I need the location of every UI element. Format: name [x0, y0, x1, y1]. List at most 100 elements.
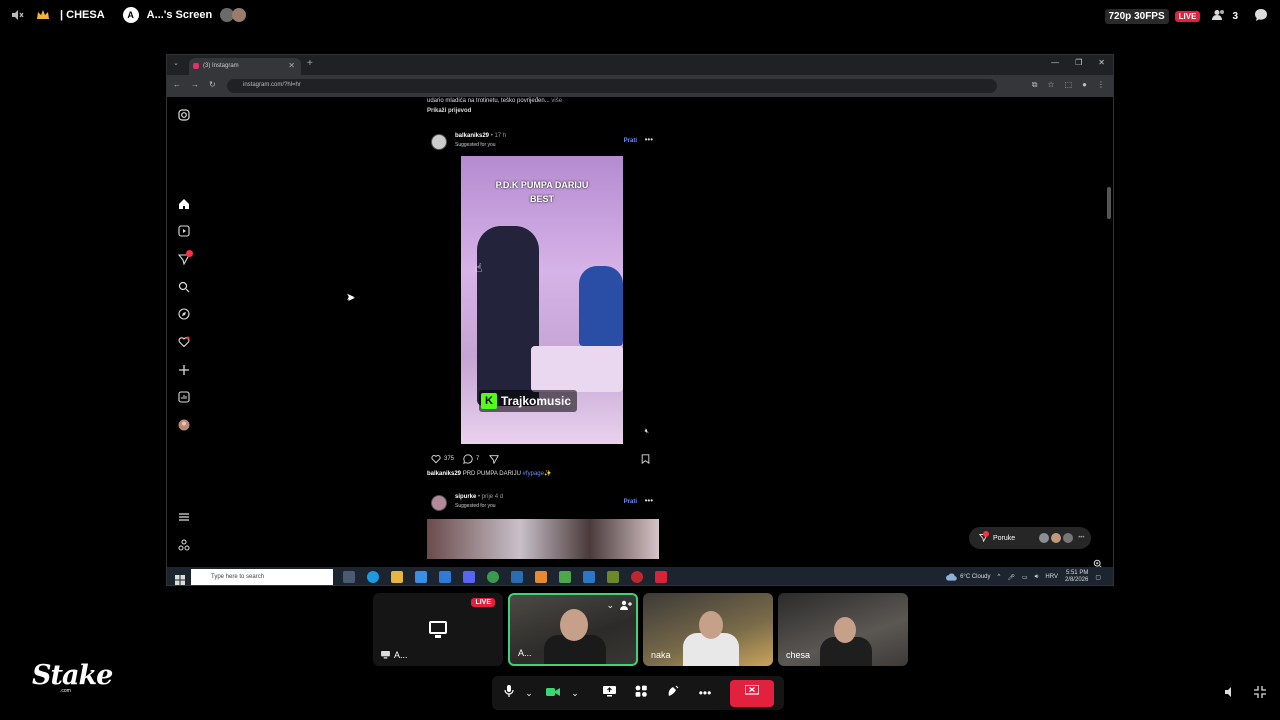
- more-menu-icon[interactable]: [178, 511, 190, 523]
- more-options-button[interactable]: •••: [696, 684, 714, 702]
- post-video[interactable]: P.D.K PUMPA DARIJU BEST K Trajkomusic 🔇︎: [427, 156, 657, 444]
- bookmark-star-icon[interactable]: ☆: [1047, 80, 1054, 90]
- participant-tile[interactable]: ⌄ A...: [508, 593, 638, 666]
- exit-fullscreen-icon[interactable]: [1254, 686, 1266, 701]
- save-bookmark-icon[interactable]: [641, 454, 650, 464]
- volume-icon[interactable]: 🔊︎: [1035, 574, 1039, 581]
- like-count: 375: [444, 456, 455, 462]
- participant-tile-screen[interactable]: LIVE A...: [373, 593, 503, 666]
- app-icon[interactable]: [655, 571, 667, 583]
- browser-tab-bar: ⌄ (3) Instagram ✕ + — ❐ ✕: [167, 55, 1113, 75]
- follow-button[interactable]: Prati: [624, 499, 637, 505]
- messages-button[interactable]: Poruke •••: [969, 527, 1091, 549]
- microphone-button[interactable]: [500, 684, 518, 702]
- minecraft-icon[interactable]: [559, 571, 571, 583]
- minimize-icon[interactable]: —: [1051, 58, 1059, 67]
- store-icon[interactable]: [415, 571, 427, 583]
- comment-button[interactable]: 7: [463, 454, 479, 464]
- close-tab-icon[interactable]: ✕: [288, 61, 295, 70]
- steam-icon[interactable]: [511, 571, 523, 583]
- network-icon[interactable]: ▭: [1022, 574, 1028, 581]
- browser-tab-instagram[interactable]: (3) Instagram ✕: [189, 58, 301, 75]
- windows-start-icon[interactable]: [175, 572, 185, 585]
- reels-icon[interactable]: [178, 225, 190, 237]
- app-icon[interactable]: [631, 571, 643, 583]
- profile-avatar-icon[interactable]: [178, 419, 190, 431]
- post-header: sipurke • prije 4 d Suggested for you Pr…: [427, 493, 659, 515]
- notifications-icon[interactable]: ▢: [1095, 574, 1101, 581]
- also-from-meta-icon[interactable]: [178, 539, 190, 551]
- speaker-muted-icon[interactable]: [8, 6, 26, 24]
- share-screen-icon: [602, 686, 616, 697]
- create-icon[interactable]: [178, 364, 190, 376]
- taskbar-search-input[interactable]: Type here to search: [191, 569, 333, 585]
- explore-icon[interactable]: [178, 308, 190, 320]
- new-tab-icon[interactable]: +: [307, 58, 313, 69]
- mute-icon[interactable]: 🔇︎: [645, 428, 649, 436]
- page-scrollbar[interactable]: [1107, 101, 1111, 563]
- extensions-icon[interactable]: ⬚: [1065, 80, 1073, 90]
- scrollbar-thumb[interactable]: [1107, 187, 1111, 219]
- task-view-icon[interactable]: [343, 571, 355, 583]
- heart-notifications-icon[interactable]: [178, 336, 190, 348]
- back-icon[interactable]: ←: [173, 80, 181, 89]
- leave-call-button[interactable]: [730, 680, 774, 707]
- post-options-icon[interactable]: •••: [645, 496, 653, 505]
- mail-icon[interactable]: [439, 571, 451, 583]
- chevron-down-icon[interactable]: ⌄: [606, 600, 614, 612]
- notification-badge: [983, 531, 989, 537]
- app-icon[interactable]: [535, 571, 547, 583]
- discord-icon[interactable]: [463, 571, 475, 583]
- add-participant-icon[interactable]: [620, 600, 632, 612]
- app-icon[interactable]: [607, 571, 619, 583]
- soundboard-button[interactable]: [664, 684, 682, 702]
- chat-icon[interactable]: [1254, 8, 1268, 25]
- like-button[interactable]: 375: [431, 454, 454, 464]
- file-explorer-icon[interactable]: [391, 571, 403, 583]
- browser-menu-icon[interactable]: ⋮: [1097, 80, 1105, 90]
- tab-search-icon[interactable]: ⌄: [173, 59, 179, 67]
- camera-options-chevron-icon[interactable]: ⌄: [566, 684, 584, 702]
- search-icon[interactable]: [178, 281, 190, 293]
- post-username[interactable]: sipurke • prije 4 d: [455, 494, 503, 500]
- home-icon[interactable]: [178, 198, 190, 210]
- install-app-icon[interactable]: ⧉: [1032, 80, 1038, 90]
- post-username[interactable]: balkaniks29 • 17 h: [455, 133, 506, 139]
- zoom-icon[interactable]: [1093, 559, 1103, 567]
- camera-button[interactable]: [544, 684, 562, 702]
- direct-messages-icon[interactable]: [177, 250, 193, 266]
- close-window-icon[interactable]: ✕: [1098, 58, 1105, 67]
- clock[interactable]: 5:51 PM 2/8/2026: [1065, 570, 1088, 584]
- restore-icon[interactable]: ❐: [1075, 58, 1082, 67]
- avatar[interactable]: [431, 495, 447, 511]
- share-icon[interactable]: [489, 454, 499, 464]
- show-translation-link[interactable]: Prikaži prijevod: [427, 108, 659, 114]
- chrome-icon[interactable]: [487, 571, 499, 583]
- profile-icon[interactable]: ●: [1082, 80, 1087, 90]
- participant-tile[interactable]: chesa: [778, 593, 908, 666]
- follow-button[interactable]: Prati: [624, 138, 637, 144]
- reload-icon[interactable]: ↻: [209, 80, 216, 89]
- hashtag-link[interactable]: #fypage✨: [523, 471, 552, 477]
- instagram-logo-icon[interactable]: [178, 109, 190, 121]
- dashboard-icon[interactable]: [178, 391, 190, 403]
- chevron-up-icon[interactable]: ^: [998, 574, 1001, 580]
- language-indicator[interactable]: HRV: [1045, 574, 1058, 580]
- volume-icon[interactable]: [1224, 686, 1236, 701]
- participant-tile[interactable]: naka: [643, 593, 773, 666]
- video-frame[interactable]: P.D.K PUMPA DARIJU BEST K Trajkomusic: [461, 156, 623, 444]
- url-field[interactable]: instagram.com/?hl=hr: [227, 79, 997, 93]
- mic-options-chevron-icon[interactable]: ⌄: [520, 684, 538, 702]
- edge-icon[interactable]: [367, 571, 379, 583]
- app-icon[interactable]: [583, 571, 595, 583]
- activities-button[interactable]: [632, 684, 650, 702]
- share-screen-button[interactable]: [600, 684, 618, 702]
- post-video[interactable]: [427, 519, 659, 559]
- avatar[interactable]: [431, 134, 447, 150]
- kick-logo-icon: K: [481, 393, 497, 409]
- post-options-icon[interactable]: •••: [645, 135, 653, 144]
- windows-taskbar: Type here to search 6°C Cloudy ^ 🎤︎ ▭ 🔊︎…: [167, 567, 1113, 585]
- microphone-icon[interactable]: 🎤︎: [1007, 574, 1015, 581]
- forward-icon[interactable]: →: [191, 80, 199, 89]
- weather-widget[interactable]: 6°C Cloudy: [946, 573, 991, 581]
